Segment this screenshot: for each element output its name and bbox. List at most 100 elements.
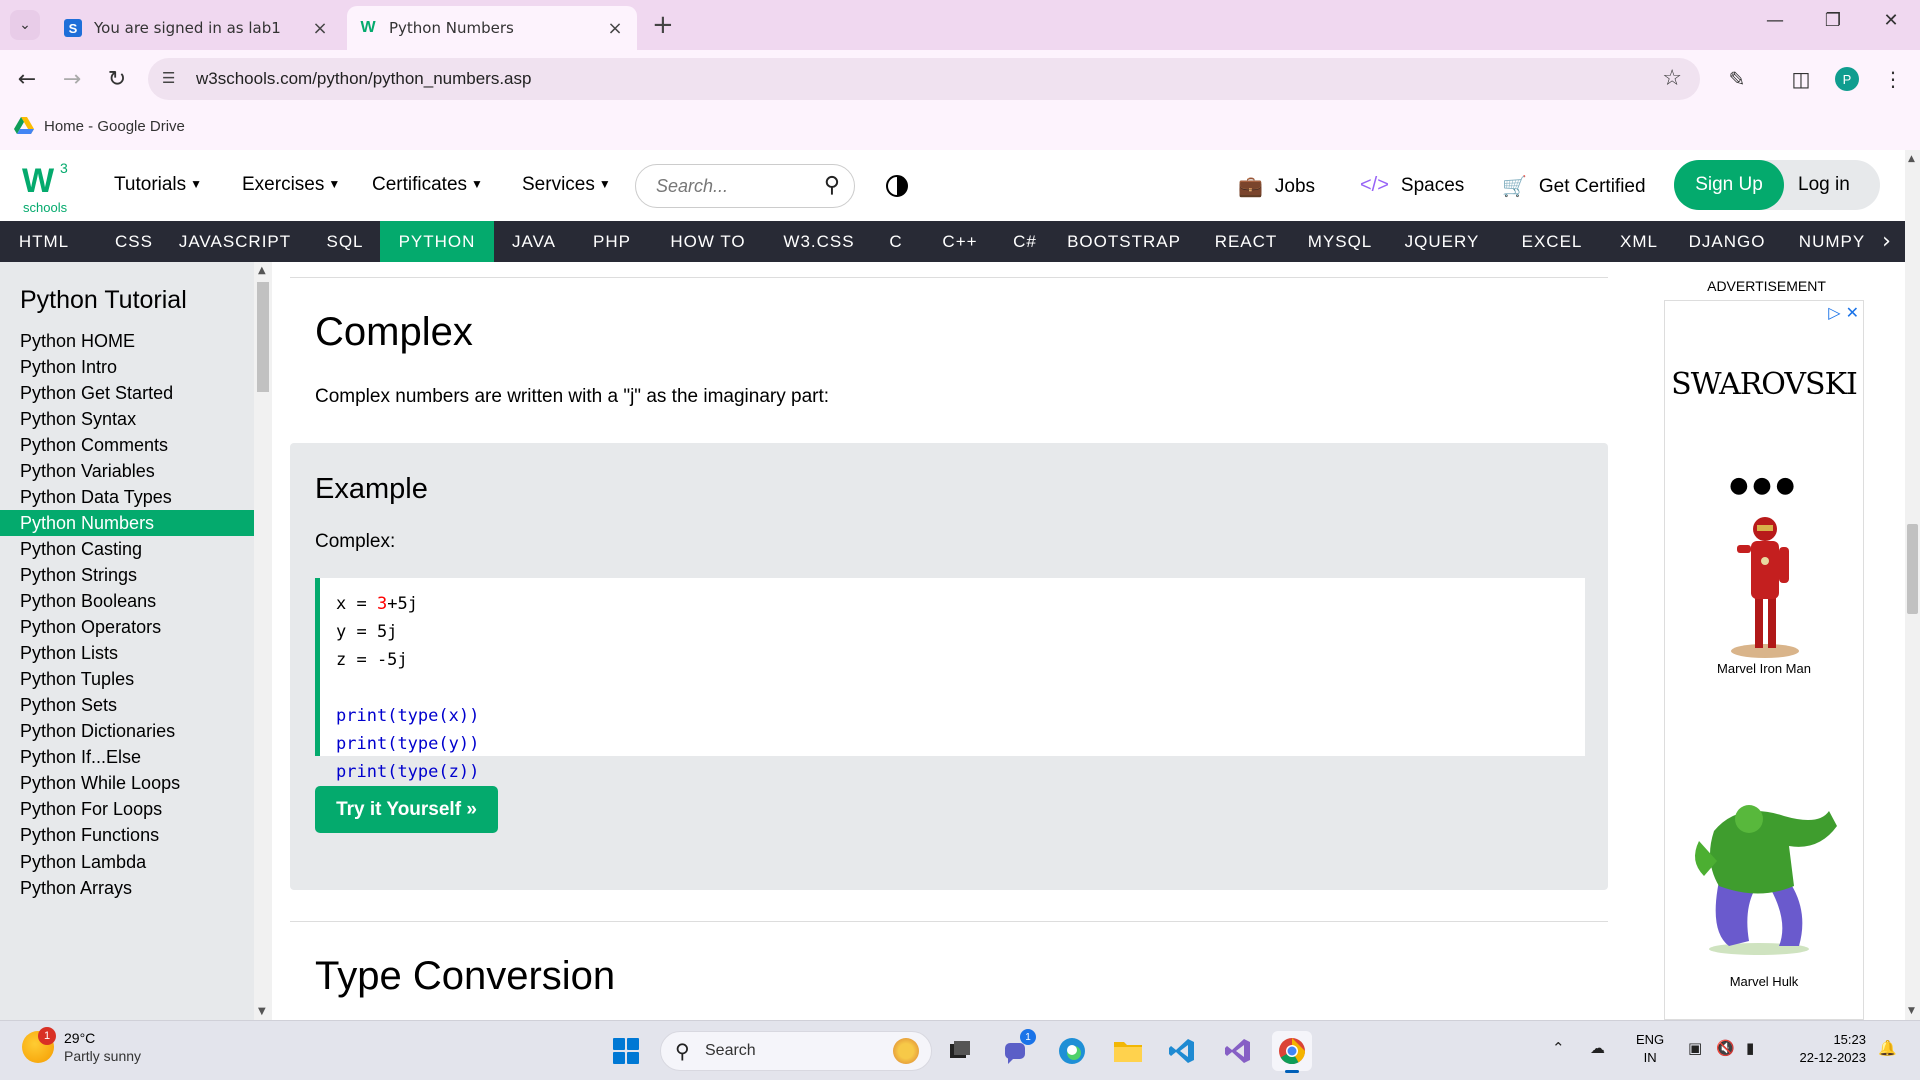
visual-studio-button[interactable] [1218, 1031, 1258, 1071]
sidebar-item-python-variables[interactable]: Python Variables [0, 458, 254, 484]
close-icon[interactable]: × [605, 18, 625, 39]
spaces-link[interactable]: </> Spaces [1360, 174, 1464, 197]
sign-up-button[interactable]: Sign Up [1674, 160, 1784, 210]
sidebar-item-python-casting[interactable]: Python Casting [0, 536, 254, 562]
log-in-button[interactable]: Log in [1798, 174, 1850, 196]
bookmark-google-drive[interactable]: Home - Google Drive [14, 117, 185, 135]
scroll-thumb[interactable] [257, 282, 269, 392]
tab-search-button[interactable]: ⌄ [10, 10, 40, 40]
sidebar-item-python-arrays[interactable]: Python Arrays [0, 875, 254, 901]
edge-button[interactable] [1052, 1031, 1092, 1071]
try-it-yourself-button[interactable]: Try it Yourself » [315, 786, 498, 833]
forward-icon[interactable]: → [57, 64, 87, 94]
task-view-button[interactable] [940, 1031, 980, 1071]
sidebar-item-python-for-loops[interactable]: Python For Loops [0, 797, 254, 823]
minimize-icon[interactable]: — [1752, 10, 1798, 31]
topnav-item-xml[interactable]: XML [1606, 221, 1672, 262]
taskbar-search[interactable]: ⚲ Search [660, 1031, 932, 1071]
topnav-item-numpy[interactable]: NUMPY [1782, 221, 1882, 262]
volume-mute-icon[interactable]: 🔇 [1716, 1039, 1735, 1057]
scroll-up-icon[interactable]: ▲ [1908, 154, 1915, 164]
menu-certificates[interactable]: Certificates ▼ [372, 174, 483, 196]
sidebar-item-python-if-else[interactable]: Python If...Else [0, 745, 254, 771]
back-icon[interactable]: ← [12, 64, 42, 94]
sidebar-item-python-lambda[interactable]: Python Lambda [0, 849, 254, 875]
topnav-item-bootstrap[interactable]: BOOTSTRAP [1050, 221, 1198, 262]
tray-overflow-icon[interactable]: ⌃ [1552, 1039, 1565, 1057]
scroll-down-icon[interactable]: ▼ [1908, 1006, 1915, 1016]
topnav-item-react[interactable]: REACT [1198, 221, 1294, 262]
sidebar-item-python-numbers[interactable]: Python Numbers [0, 510, 254, 537]
new-tab-button[interactable]: + [652, 12, 674, 38]
topnav-item-jquery[interactable]: JQUERY [1386, 221, 1498, 262]
sidebar-item-python-intro[interactable]: Python Intro [0, 354, 254, 380]
topnav-item-w3-css[interactable]: W3.CSS [766, 221, 872, 262]
sidebar-item-python-home[interactable]: Python HOME [0, 328, 254, 354]
sidebar-item-python-while-loops[interactable]: Python While Loops [0, 771, 254, 797]
chevron-right-icon[interactable]: › [1868, 221, 1905, 262]
topnav-item-html[interactable]: HTML [0, 221, 88, 262]
topnav-item-django[interactable]: DJANGO [1672, 221, 1782, 262]
file-explorer-button[interactable] [1108, 1031, 1148, 1071]
jobs-link[interactable]: 💼 Jobs [1238, 174, 1315, 199]
topnav-item-python[interactable]: PYTHON [380, 221, 494, 262]
battery-icon[interactable]: ▮ [1746, 1039, 1754, 1057]
scroll-down-icon[interactable]: ▼ [258, 1006, 266, 1017]
menu-icon[interactable]: ⋮ [1878, 64, 1908, 94]
notifications-icon[interactable]: 🔔 [1878, 1039, 1897, 1057]
chrome-button[interactable] [1272, 1031, 1312, 1073]
sidebar-item-python-strings[interactable]: Python Strings [0, 562, 254, 588]
window-close-icon[interactable]: ✕ [1868, 10, 1914, 31]
sidebar-item-python-data-types[interactable]: Python Data Types [0, 484, 254, 510]
clock[interactable]: 15:23 22-12-2023 [1780, 1031, 1867, 1067]
bookmark-star-icon[interactable]: ☆ [1662, 66, 1682, 91]
menu-services[interactable]: Services ▼ [522, 174, 611, 196]
search-icon[interactable]: ⚲ [824, 173, 840, 198]
address-bar[interactable]: ☰ w3schools.com/python/python_numbers.as… [148, 58, 1700, 100]
profile-avatar[interactable]: P [1835, 67, 1859, 91]
url-text[interactable]: w3schools.com/python/python_numbers.asp [196, 69, 531, 89]
topnav-item-c-[interactable]: C++ [920, 221, 1000, 262]
scroll-thumb[interactable] [1907, 524, 1918, 614]
menu-tutorials[interactable]: Tutorials ▼ [114, 174, 202, 196]
vscode-button[interactable] [1162, 1031, 1202, 1071]
reload-icon[interactable]: ↻ [102, 64, 132, 94]
topnav-item-css[interactable]: CSS [108, 221, 160, 262]
extensions-icon[interactable]: ✎ [1722, 64, 1752, 94]
sidebar-item-python-get-started[interactable]: Python Get Started [0, 380, 254, 406]
onedrive-icon[interactable]: ☁ [1590, 1039, 1605, 1057]
close-icon[interactable]: × [310, 18, 330, 39]
tab-signed-in[interactable]: S You are signed in as lab1 × [52, 6, 342, 50]
topnav-item-mysql[interactable]: MYSQL [1294, 221, 1386, 262]
topnav-item-javascript[interactable]: JAVASCRIPT [160, 221, 310, 262]
start-button[interactable] [606, 1031, 646, 1071]
sidebar-scrollbar[interactable]: ▲ ▼ [254, 262, 272, 1020]
page-scrollbar[interactable]: ▲ ▼ [1905, 150, 1920, 1020]
sidebar-item-python-dictionaries[interactable]: Python Dictionaries [0, 719, 254, 745]
network-icon[interactable]: ▣ [1688, 1039, 1702, 1057]
restore-icon[interactable]: ❐ [1810, 10, 1856, 31]
sidebar-item-python-booleans[interactable]: Python Booleans [0, 589, 254, 615]
menu-exercises[interactable]: Exercises ▼ [242, 174, 340, 196]
sidebar-item-python-operators[interactable]: Python Operators [0, 615, 254, 641]
sidebar-item-python-sets[interactable]: Python Sets [0, 693, 254, 719]
topnav-item-how-to[interactable]: HOW TO [650, 221, 766, 262]
site-info-icon[interactable]: ☰ [162, 69, 182, 89]
ad-banner[interactable]: ▷ ✕ SWAROVSKI ●●● Marvel Iron Man Marvel… [1664, 300, 1864, 1020]
scroll-up-icon[interactable]: ▲ [258, 265, 266, 276]
ad-choices-icon[interactable]: ▷ ✕ [1828, 303, 1859, 322]
w3schools-logo[interactable]: W 3 schools [22, 160, 74, 215]
topnav-item-excel[interactable]: EXCEL [1498, 221, 1606, 262]
search-input[interactable]: Search... ⚲ [635, 164, 855, 208]
sidebar-item-python-tuples[interactable]: Python Tuples [0, 667, 254, 693]
topnav-item-c[interactable]: C [872, 221, 920, 262]
sidebar-item-python-lists[interactable]: Python Lists [0, 641, 254, 667]
sidebar-item-python-syntax[interactable]: Python Syntax [0, 406, 254, 432]
topnav-item-c-[interactable]: C# [1000, 221, 1050, 262]
topnav-item-php[interactable]: PHP [574, 221, 650, 262]
sidebar-item-python-comments[interactable]: Python Comments [0, 432, 254, 458]
tab-python-numbers[interactable]: W Python Numbers × [347, 6, 637, 50]
side-panel-icon[interactable]: ◫ [1786, 64, 1816, 94]
weather-widget[interactable]: 1 29°C Partly sunny [22, 1027, 141, 1065]
get-certified-link[interactable]: 🛒 Get Certified [1502, 174, 1646, 199]
